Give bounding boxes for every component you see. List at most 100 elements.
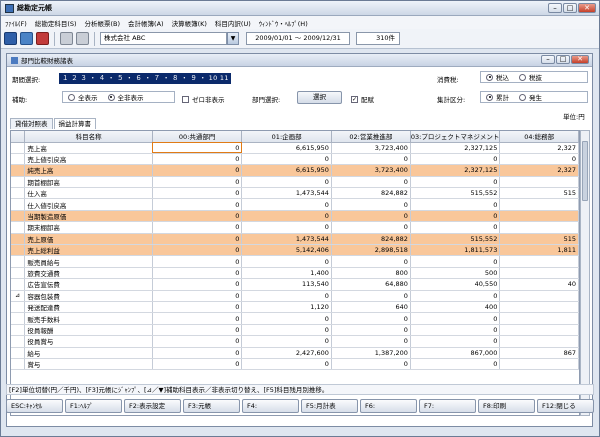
month-selector[interactable]: １ ２ ３ ・ ４ ・ ５ ・ ６ ・ ７ ・ ８ ・ ９ ・ 10 11 12…	[59, 73, 231, 84]
row-marker[interactable]	[11, 210, 26, 223]
table-row[interactable]: 旅費交通費 0 1,400 800 500	[11, 267, 579, 280]
amount-cell[interactable]: 2,327	[499, 164, 579, 177]
amount-cell[interactable]: 0	[152, 164, 243, 177]
f1-help-button[interactable]: F1:ﾍﾙﾌﾟ	[65, 399, 122, 413]
amount-cell[interactable]: 0	[410, 312, 501, 325]
amount-cell[interactable]: 1,473,544	[241, 187, 332, 200]
amount-cell[interactable]	[499, 290, 579, 302]
amount-cell[interactable]	[499, 255, 579, 268]
haifu-box[interactable]: ✓	[351, 95, 358, 103]
row-marker[interactable]	[11, 267, 26, 280]
amount-cell[interactable]: 0	[241, 335, 332, 348]
tax-excluded-option[interactable]: 税抜	[519, 72, 542, 82]
amount-cell[interactable]: 867,000	[410, 347, 501, 359]
f5-monthly-button[interactable]: F5:月計表	[301, 399, 358, 413]
table-row[interactable]: 期末棚卸高 0 0 0 0	[11, 221, 579, 234]
row-marker[interactable]	[11, 153, 26, 166]
table-row[interactable]: 売上高 0 6,615,950 3,723,400 2,327,125 2,327	[11, 142, 579, 154]
table-row[interactable]: 仕入値引戻高 0 0 0 0	[11, 198, 579, 211]
amount-cell[interactable]: 400	[410, 301, 501, 314]
chevron-down-icon[interactable]: ▼	[227, 32, 239, 45]
report-maximize-button[interactable]: □	[556, 55, 570, 64]
table-row[interactable]: 売上総利益 0 5,142,406 2,898,518 1,811,573 1,811	[11, 244, 579, 257]
amount-cell[interactable]: 0	[331, 153, 411, 166]
amount-cell[interactable]: 0	[331, 335, 411, 348]
amount-cell[interactable]: 0	[410, 198, 501, 211]
amount-cell[interactable]: 0	[152, 324, 243, 337]
column-header-dept-01[interactable]: 01:企画部	[241, 131, 332, 143]
f7-button[interactable]: F7:	[419, 399, 476, 413]
table-row[interactable]: 発送配達費 0 1,120 640 400	[11, 301, 579, 314]
row-marker[interactable]	[11, 255, 26, 268]
row-marker[interactable]	[11, 164, 26, 177]
vertical-scrollbar[interactable]	[580, 130, 590, 416]
amount-cell[interactable]: 0	[152, 255, 243, 268]
company-select[interactable]: 株式会社 ABC ▼	[100, 32, 239, 45]
sum-cumulative-option[interactable]: 累計	[486, 92, 509, 102]
account-name-cell[interactable]: 発送配達費	[24, 301, 153, 314]
amount-cell[interactable]: 515,552	[410, 187, 501, 200]
column-header-dept-04[interactable]: 04:総務部	[499, 131, 579, 143]
row-marker[interactable]	[11, 358, 26, 371]
amount-cell[interactable]: 824,882	[331, 233, 411, 246]
f2-display-settings-button[interactable]: F2:表示設定	[124, 399, 181, 413]
account-name-cell[interactable]: 売上値引戻高	[24, 153, 153, 166]
menu-window-help[interactable]: ｳｨﾝﾄﾞｳ・ﾍﾙﾌﾟ(H)	[259, 18, 308, 28]
amount-cell[interactable]: 0	[241, 153, 332, 166]
menu-books[interactable]: 会計帳簿(A)	[128, 18, 164, 28]
account-name-cell[interactable]: 役員賞与	[24, 335, 153, 348]
column-header-dept-03[interactable]: 03:プロジェクトマネジメント	[410, 131, 501, 143]
column-header-dept-00[interactable]: 00:共通部門	[152, 131, 243, 143]
amount-cell[interactable]: 0	[241, 312, 332, 325]
amount-cell[interactable]: 0	[331, 221, 411, 234]
amount-cell[interactable]: 0	[241, 198, 332, 211]
amount-cell[interactable]: 0	[152, 153, 243, 166]
amount-cell[interactable]: 515,552	[410, 233, 501, 246]
open-icon[interactable]	[20, 32, 33, 45]
row-marker[interactable]	[11, 312, 26, 325]
amount-cell[interactable]: 1,473,544	[241, 233, 332, 246]
row-marker[interactable]	[11, 278, 26, 291]
amount-cell[interactable]	[499, 301, 579, 314]
amount-cell[interactable]: 1,120	[241, 301, 332, 314]
account-name-cell[interactable]: 当期製造原価	[24, 210, 153, 223]
zero-hide-box[interactable]	[182, 95, 189, 103]
amount-cell[interactable]: 0	[410, 324, 501, 337]
row-marker[interactable]: ⊿	[11, 290, 26, 302]
table-row[interactable]: 販売手数料 0 0 0 0	[11, 312, 579, 325]
account-name-cell[interactable]: 販売員給与	[24, 255, 153, 268]
amount-cell[interactable]: 0	[152, 142, 243, 154]
amount-cell[interactable]: 0	[152, 347, 243, 359]
amount-cell[interactable]: 0	[152, 278, 243, 291]
account-name-cell[interactable]: 旅費交通費	[24, 267, 153, 280]
book-icon[interactable]	[36, 32, 49, 45]
tool-icon[interactable]	[76, 32, 89, 45]
amount-cell[interactable]: 0	[331, 255, 411, 268]
amount-cell[interactable]: 1,400	[241, 267, 332, 280]
amount-cell[interactable]: 2,327,125	[410, 164, 501, 177]
amount-cell[interactable]: 3,723,400	[331, 142, 411, 154]
hojo-hide-all-option[interactable]: 全非表示	[107, 92, 144, 102]
table-row[interactable]: 売上原価 0 1,473,544 824,882 515,552 515	[11, 233, 579, 246]
amount-cell[interactable]: 0	[152, 358, 243, 371]
row-marker[interactable]	[11, 221, 26, 234]
f3-ledger-button[interactable]: F3:元帳	[183, 399, 240, 413]
table-row[interactable]: 給与 0 2,427,600 1,387,200 867,000 867	[11, 347, 579, 359]
amount-cell[interactable]	[499, 358, 579, 371]
amount-cell[interactable]	[499, 198, 579, 211]
amount-cell[interactable]: 0	[410, 255, 501, 268]
table-row[interactable]: 期首棚卸高 0 0 0 0	[11, 176, 579, 189]
amount-cell[interactable]: 0	[331, 290, 411, 302]
amount-cell[interactable]: 2,427,600	[241, 347, 332, 359]
f4-button[interactable]: F4:	[242, 399, 299, 413]
save-icon[interactable]	[4, 32, 17, 45]
account-name-cell[interactable]: 広告宣伝費	[24, 278, 153, 291]
row-marker[interactable]	[11, 244, 26, 257]
f8-print-button[interactable]: F8:印刷	[478, 399, 535, 413]
account-name-cell[interactable]: 給与	[24, 347, 153, 359]
sum-occurrence-option[interactable]: 発生	[519, 92, 542, 102]
row-marker[interactable]	[11, 301, 26, 314]
amount-cell[interactable]: 0	[241, 255, 332, 268]
amount-cell[interactable]: 0	[152, 187, 243, 200]
table-row[interactable]: ⊿ 容器包装費 0 0 0 0	[11, 290, 579, 302]
